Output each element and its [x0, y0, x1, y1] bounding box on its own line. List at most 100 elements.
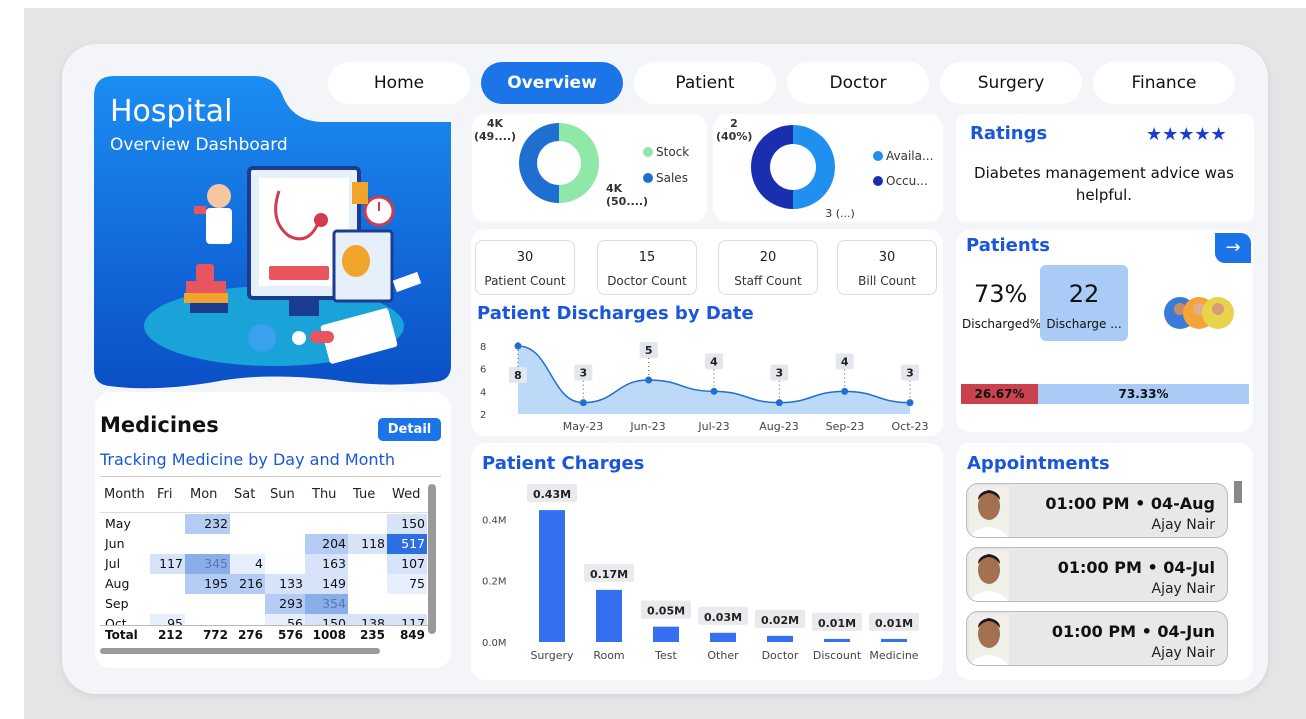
- x-tick-label: Discount: [813, 649, 862, 662]
- appointment-name: Ajay Nair: [1151, 517, 1215, 533]
- appointment-name: Ajay Nair: [1151, 645, 1215, 661]
- nav-overview[interactable]: Overview: [481, 62, 623, 104]
- matrix-cell: 107: [387, 554, 427, 574]
- matrix-cell: 149: [305, 574, 348, 594]
- matrix-cell: [348, 554, 387, 574]
- discharge-point[interactable]: [906, 399, 914, 407]
- charge-bar[interactable]: [596, 589, 622, 642]
- nav-finance[interactable]: Finance: [1093, 62, 1235, 104]
- legend-sales: Sales: [643, 171, 688, 185]
- legend-occupied: Occu...: [873, 174, 928, 188]
- data-label: 3: [776, 367, 784, 380]
- matrix-cell: 345: [185, 554, 230, 574]
- legend-label-stock: Stock: [656, 145, 690, 159]
- x-tick-label: Medicine: [869, 649, 918, 662]
- charge-bar[interactable]: [767, 635, 793, 642]
- matrix-header[interactable]: Fri: [157, 487, 173, 502]
- appointment-item[interactable]: 01:00 PM • 04-Jul Ajay Nair: [966, 547, 1228, 602]
- legend-label-available: Availa...: [886, 149, 934, 163]
- nav-surgery[interactable]: Surgery: [940, 62, 1082, 104]
- data-label: 5: [645, 344, 653, 357]
- x-tick-label: Jun-23: [629, 420, 665, 433]
- discharged-percent-label: Discharged%: [962, 317, 1042, 331]
- matrix-header[interactable]: Wed: [392, 487, 420, 502]
- discharge-point[interactable]: [514, 342, 522, 350]
- matrix-cell: [387, 594, 427, 614]
- doctor-photo: [969, 550, 1009, 601]
- hero-subtitle: Overview Dashboard: [110, 135, 288, 155]
- matrix-header[interactable]: Sat: [234, 487, 255, 502]
- stock-slice[interactable]: [559, 123, 599, 203]
- charge-bar[interactable]: [539, 510, 565, 642]
- legend-label-sales: Sales: [656, 171, 688, 185]
- matrix-header[interactable]: Month: [104, 487, 145, 502]
- data-label: 4: [841, 355, 849, 368]
- legend-dot-stock: [643, 147, 653, 157]
- matrix-total-cell: 772: [202, 628, 228, 642]
- occupied-slice[interactable]: [751, 125, 793, 209]
- matrix-cell: [230, 594, 265, 614]
- appointment-item[interactable]: 01:00 PM • 04-Aug Ajay Nair: [966, 483, 1228, 538]
- kpi-staff-count: 20 Staff Count: [718, 240, 818, 295]
- charge-bar[interactable]: [881, 638, 907, 642]
- matrix-cell: 133: [265, 574, 305, 594]
- appointments-title: Appointments: [967, 453, 1110, 474]
- sales-data-label: 4K (50....): [606, 182, 649, 208]
- matrix-cell: [348, 514, 387, 534]
- discharge-point[interactable]: [710, 387, 718, 395]
- matrix-header[interactable]: Thu: [312, 487, 336, 502]
- discharge-point[interactable]: [841, 387, 849, 395]
- patients-arrow-button[interactable]: →: [1215, 233, 1251, 263]
- appointment-name: Ajay Nair: [1151, 581, 1215, 597]
- data-label: 0.17M: [590, 568, 628, 581]
- discharges-chart-title: Patient Discharges by Date: [477, 303, 754, 324]
- medicines-hscroll-thumb[interactable]: [100, 648, 380, 654]
- x-tick-label: Room: [593, 649, 624, 662]
- rating-stars: ★★★★★: [1146, 124, 1227, 145]
- appointment-item[interactable]: 01:00 PM • 04-Jun Ajay Nair: [966, 611, 1228, 666]
- nav-patient[interactable]: Patient: [634, 62, 776, 104]
- y-tick-label: 0.2M: [482, 577, 507, 588]
- kpi-doctor-count: 15 Doctor Count: [597, 240, 697, 295]
- appointment-time: 01:00 PM • 04-Jun: [1051, 622, 1215, 641]
- charge-bar[interactable]: [653, 626, 679, 642]
- matrix-cell: [185, 534, 230, 554]
- legend-dot-occupied: [873, 176, 883, 186]
- appointment-time: 01:00 PM • 04-Aug: [1045, 494, 1215, 513]
- dashboard: Home Overview Patient Doctor Surgery Fin…: [0, 0, 1306, 719]
- charges-chart-title: Patient Charges: [482, 453, 645, 474]
- x-tick-label: May-23: [563, 420, 604, 433]
- matrix-header[interactable]: Mon: [190, 487, 217, 502]
- discharge-point[interactable]: [579, 399, 587, 407]
- discharge-point[interactable]: [775, 399, 783, 407]
- matrix-cell: 293: [265, 594, 305, 614]
- matrix-cell: 517: [387, 534, 427, 554]
- charge-bar[interactable]: [710, 632, 736, 642]
- y-tick-label: 6: [480, 365, 486, 376]
- kpi-patient-label: Patient Count: [484, 274, 566, 288]
- x-tick-label: Jul-23: [697, 420, 729, 433]
- matrix-total-cell: 212: [157, 628, 183, 642]
- charge-bar[interactable]: [824, 638, 850, 642]
- data-label: 8: [514, 369, 522, 382]
- stock-sales-donut[interactable]: [519, 123, 599, 203]
- appointments-scroll-thumb[interactable]: [1234, 481, 1242, 503]
- data-label: 3: [580, 367, 588, 380]
- discharged-bar: 73.33%: [1038, 384, 1249, 404]
- bed-occupancy-donut[interactable]: [751, 125, 835, 209]
- medicines-divider: [100, 476, 441, 477]
- matrix-cell: [348, 594, 387, 614]
- discharge-point[interactable]: [645, 376, 653, 384]
- data-label: 0.43M: [533, 488, 571, 501]
- nav-doctor[interactable]: Doctor: [787, 62, 929, 104]
- matrix-header[interactable]: Tue: [353, 487, 375, 502]
- x-tick-label: Sep-23: [826, 420, 865, 433]
- available-slice[interactable]: [793, 125, 835, 209]
- medicines-vscroll-thumb[interactable]: [428, 484, 436, 634]
- y-tick-label: 0.0M: [482, 638, 507, 649]
- kpi-doctor-value: 15: [638, 250, 656, 265]
- matrix-header[interactable]: Sun: [270, 487, 295, 502]
- data-label: 0.03M: [704, 611, 742, 624]
- medicines-detail-button[interactable]: Detail: [378, 418, 441, 441]
- sales-slice[interactable]: [519, 123, 559, 203]
